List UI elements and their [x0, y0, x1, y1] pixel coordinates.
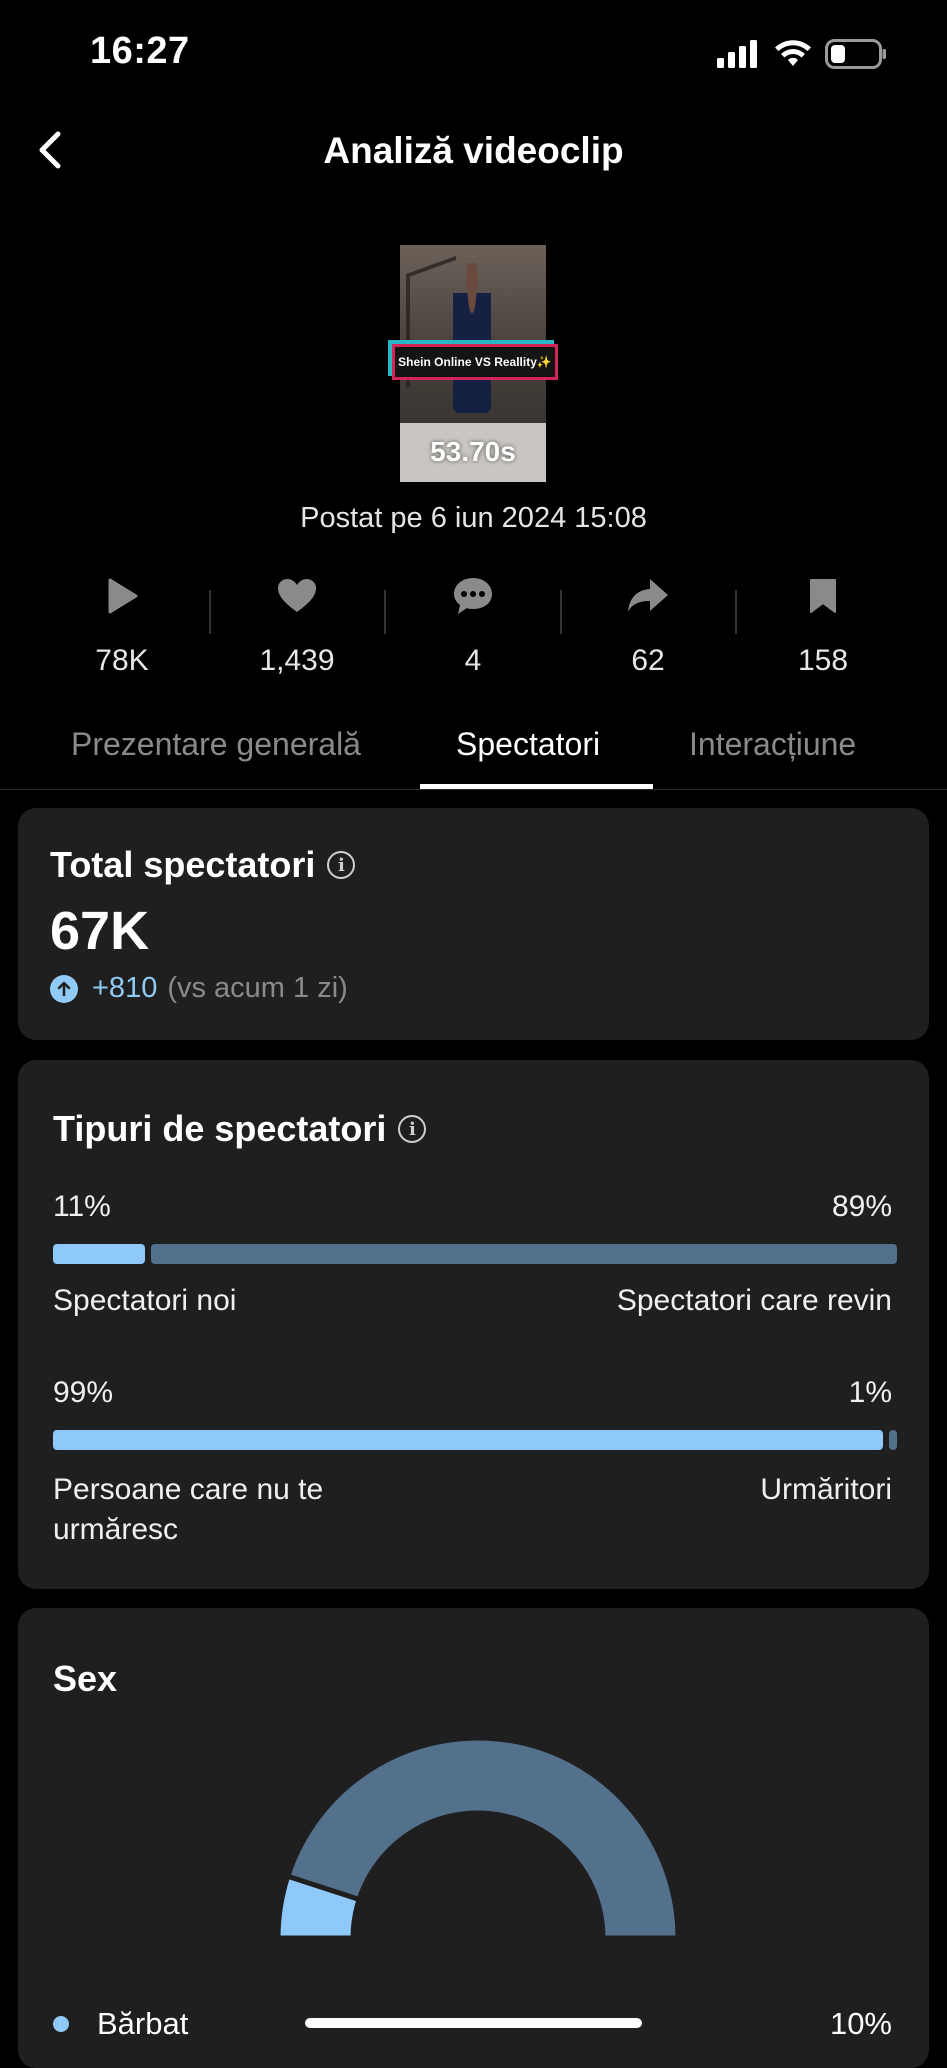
stat-divider [735, 590, 737, 634]
returning-viewers-bar [151, 1244, 897, 1264]
thumbnail-overlay-text: Shein Online VS Reallity✨ [392, 344, 558, 380]
signal-icon [717, 40, 757, 68]
non-followers-bar [53, 1430, 883, 1450]
total-viewers-card: Total spectatori i 67K +810 (vs acum 1 z… [18, 808, 929, 1040]
new-vs-returning-bar [53, 1244, 897, 1264]
stat-likes-value: 1,439 [259, 644, 335, 677]
bookmark-icon [810, 579, 836, 613]
non-followers-percent: 99% [53, 1376, 114, 1409]
stat-shares-value: 62 [631, 644, 665, 677]
sex-title: Sex [53, 1658, 118, 1699]
stat-divider [384, 590, 386, 634]
returning-viewers-percent: 89% [831, 1190, 892, 1223]
heart-icon [278, 579, 316, 612]
tab-engagement[interactable]: Interacțiune [689, 726, 856, 763]
total-viewers-title: Total spectatori [50, 844, 316, 885]
legend-item-male: Bărbat [53, 2006, 188, 2042]
stat-divider [560, 590, 562, 634]
viewer-types-title: Tipuri de spectatori [53, 1108, 387, 1149]
stat-comments: 4 [408, 570, 538, 678]
battery-icon [825, 39, 886, 69]
stat-divider [209, 590, 211, 634]
video-duration: 53.70s [430, 436, 516, 467]
viewer-types-title-row: Tipuri de spectatori i [53, 1108, 427, 1150]
legend-male-value: 10% [829, 2006, 892, 2041]
tab-overview[interactable]: Prezentare generală [71, 726, 361, 763]
share-icon [628, 579, 668, 612]
new-viewers-bar [53, 1244, 145, 1264]
sex-gauge-chart [275, 1735, 681, 1941]
arrow-up-icon [50, 974, 78, 1003]
info-icon[interactable]: i [327, 851, 356, 879]
wifi-icon [775, 40, 811, 66]
non-followers-label: Persoane care nu te urmăresc [53, 1473, 324, 1546]
delta-note: (vs acum 1 zi) [167, 972, 348, 1004]
status-time: 16:27 [90, 30, 190, 72]
returning-viewers-label: Spectatori care revin [616, 1284, 892, 1317]
stat-shares: 62 [583, 570, 713, 678]
viewer-types-card: Tipuri de spectatori i 11% 89% Spectator… [18, 1060, 929, 1589]
thumbnail-figure [453, 263, 491, 413]
legend-dot [53, 2016, 69, 2032]
stat-comments-value: 4 [464, 644, 482, 677]
active-tab-indicator [420, 784, 653, 789]
tabs-divider [0, 789, 947, 790]
stat-saves: 158 [758, 570, 888, 678]
followers-bar [53, 1430, 897, 1450]
stat-views-value: 78K [95, 644, 149, 677]
sex-card: Sex Bărbat 10% [18, 1608, 929, 2068]
stat-views: 78K [57, 570, 187, 678]
delta-value: +810 [92, 972, 158, 1004]
total-viewers-delta: +810 (vs acum 1 zi) [50, 972, 348, 1005]
status-icons [717, 36, 887, 72]
legend-male-label: Bărbat [97, 2006, 189, 2041]
followers-bar-segment [889, 1430, 897, 1450]
tab-viewers[interactable]: Spectatori [456, 726, 600, 763]
total-viewers-value: 67K [50, 901, 150, 961]
followers-label: Urmăritori [760, 1473, 892, 1506]
page-title: Analiză videoclip [323, 130, 624, 171]
followers-percent: 1% [848, 1376, 892, 1409]
play-icon [108, 578, 138, 614]
new-viewers-percent: 11% [53, 1190, 111, 1223]
info-icon[interactable]: i [398, 1115, 427, 1143]
stat-saves-value: 158 [797, 644, 849, 677]
home-indicator [305, 2018, 642, 2028]
total-viewers-title-row: Total spectatori i [50, 844, 356, 886]
new-viewers-label: Spectatori noi [53, 1284, 237, 1317]
stat-likes: 1,439 [232, 570, 362, 678]
posted-date: Postat pe 6 iun 2024 15:08 [300, 502, 647, 534]
comment-icon [454, 578, 492, 614]
